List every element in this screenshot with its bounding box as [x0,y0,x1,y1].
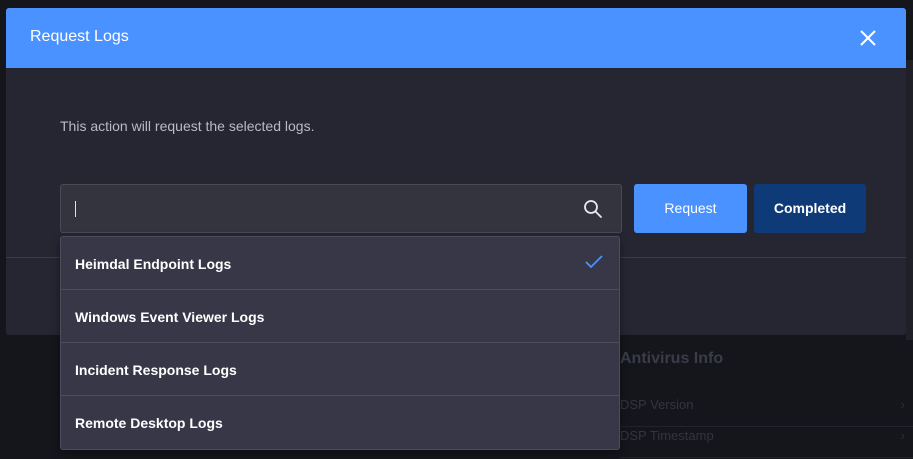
close-icon [860,30,876,46]
search-icon[interactable] [583,199,603,219]
background-panel-edge [906,60,913,340]
text-caret [75,201,76,217]
modal-description: This action will request the selected lo… [60,118,315,134]
completed-button[interactable]: Completed [754,184,866,233]
dropdown-item-remote-desktop-logs[interactable]: Remote Desktop Logs [61,396,619,449]
close-button[interactable] [858,28,878,48]
background-section-title: Antivirus Info [620,350,724,367]
background-row-label: DSP Version [620,397,694,412]
dropdown-item-label: Windows Event Viewer Logs [75,309,265,325]
dropdown-item-incident-response-logs[interactable]: Incident Response Logs [61,343,619,396]
background-row: DSP Timestamp › [620,428,913,458]
chevron-right-icon: › [900,397,905,412]
search-input[interactable] [73,193,563,225]
request-button[interactable]: Request [634,184,747,233]
background-row-label: DSP Timestamp [620,428,714,443]
dropdown-item-label: Heimdal Endpoint Logs [75,256,232,272]
chevron-right-icon: › [900,428,905,443]
dropdown-item-label: Remote Desktop Logs [75,415,223,431]
dropdown-item-windows-event-viewer-logs[interactable]: Windows Event Viewer Logs [61,290,619,343]
check-icon [585,255,603,269]
modal-title: Request Logs [30,28,129,45]
logs-dropdown: Heimdal Endpoint Logs Windows Event View… [60,236,620,450]
background-row: DSP Version › [620,397,913,427]
modal-header: Request Logs [6,8,906,68]
search-box[interactable] [60,184,622,233]
dropdown-item-heimdal-endpoint-logs[interactable]: Heimdal Endpoint Logs [61,237,619,290]
dropdown-item-label: Incident Response Logs [75,362,237,378]
